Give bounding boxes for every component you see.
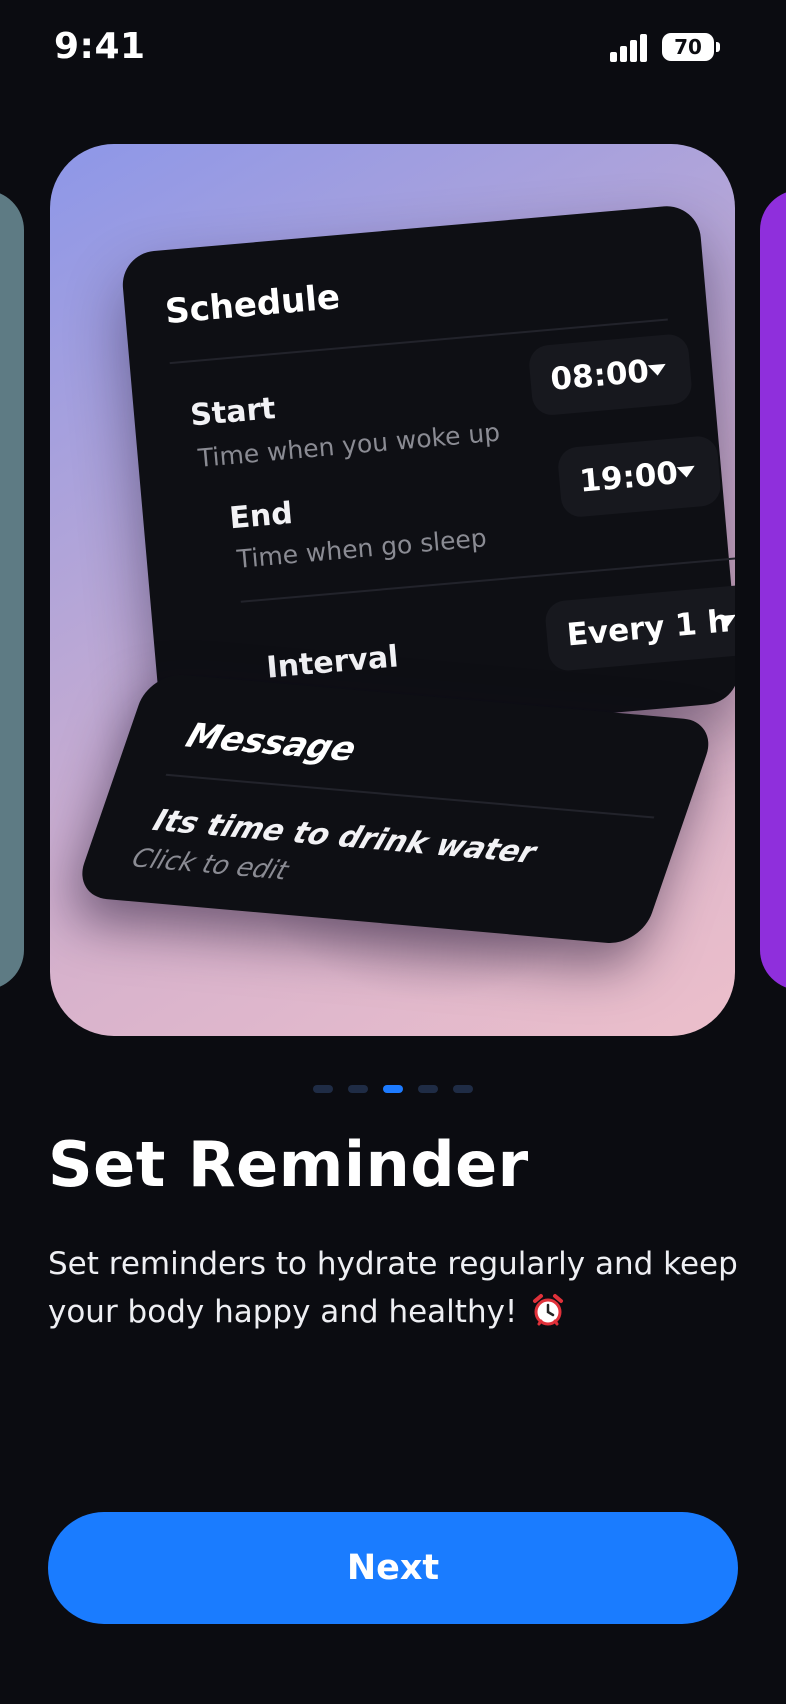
pagination-dot[interactable] xyxy=(348,1085,368,1093)
battery-icon: 70 xyxy=(662,33,714,61)
pagination-dot[interactable] xyxy=(453,1085,473,1093)
battery-cap xyxy=(716,42,720,52)
pagination-dot[interactable] xyxy=(418,1085,438,1093)
alarm-clock-icon xyxy=(533,1294,564,1326)
pagination-dot-active[interactable] xyxy=(383,1085,403,1093)
interval-label: Interval xyxy=(265,639,400,686)
slide-illustration: Schedule Start Time when you woke up 08:… xyxy=(50,144,735,1036)
next-slide-card[interactable] xyxy=(760,190,786,990)
schedule-title: Schedule xyxy=(163,277,342,333)
signal-icon xyxy=(610,34,650,62)
description-text: Set reminders to hydrate regularly and k… xyxy=(48,1246,738,1330)
page-title: Set Reminder xyxy=(48,1128,529,1201)
start-label: Start xyxy=(188,391,277,434)
interval-value: Every 1 h xyxy=(565,603,732,654)
caret-down-icon xyxy=(647,363,667,377)
interval-dropdown[interactable]: Every 1 h xyxy=(543,583,735,673)
message-title: Message xyxy=(180,716,362,770)
start-time-dropdown[interactable]: 08:00 xyxy=(527,332,694,417)
next-button[interactable]: Next xyxy=(48,1512,738,1624)
start-time-value: 08:00 xyxy=(549,353,651,398)
schedule-card: Schedule Start Time when you woke up 08:… xyxy=(120,203,735,753)
message-edit-hint: Click to edit xyxy=(128,843,293,887)
caret-down-icon xyxy=(717,614,735,628)
caret-down-icon xyxy=(676,465,696,479)
end-time-dropdown[interactable]: 19:00 xyxy=(556,434,723,519)
onboarding-screen: 9:41 70 Schedule Start Time when you wok… xyxy=(0,0,786,1704)
end-time-value: 19:00 xyxy=(578,455,680,500)
end-label: End xyxy=(227,496,295,537)
message-card: Message Its time to drink water Click to… xyxy=(72,672,718,946)
pagination-dot[interactable] xyxy=(313,1085,333,1093)
page-description: Set reminders to hydrate regularly and k… xyxy=(48,1240,748,1336)
status-time: 9:41 xyxy=(54,26,146,67)
previous-slide-card[interactable] xyxy=(0,190,24,990)
